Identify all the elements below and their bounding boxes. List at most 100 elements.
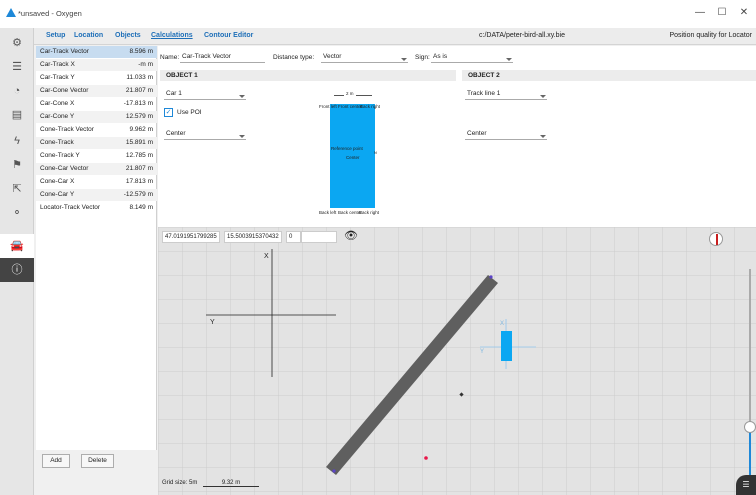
object2-point-select[interactable]: Center bbox=[465, 128, 547, 140]
map-extra-field[interactable] bbox=[301, 231, 337, 243]
chevron-down-icon bbox=[239, 135, 245, 138]
track-start-point bbox=[489, 275, 493, 279]
calculation-name: Car-Cone X bbox=[40, 100, 75, 107]
use-poi-checkbox[interactable]: ✓ bbox=[164, 108, 173, 117]
reference-point-label: Reference point bbox=[331, 146, 363, 151]
zoom-slider-handle[interactable] bbox=[744, 421, 756, 433]
poi-marker bbox=[424, 456, 428, 460]
distance-type-select[interactable]: Vector bbox=[321, 51, 408, 63]
tab-contour-editor[interactable]: Contour Editor bbox=[204, 32, 253, 39]
tab-objects[interactable]: Objects bbox=[115, 32, 141, 39]
object2-value: Track line 1 bbox=[467, 90, 501, 97]
list-item[interactable]: Cone-Track Vector 9.962 m bbox=[36, 124, 157, 136]
calculation-list: Car-Track Vector 8.596 m Car-Track X -m m Ca… bbox=[36, 46, 157, 450]
info-icon[interactable]: ⓘ bbox=[0, 258, 34, 282]
sign-select[interactable]: As is bbox=[431, 51, 513, 63]
map-heading-field[interactable]: 0 bbox=[286, 231, 301, 243]
map-grid bbox=[158, 227, 756, 495]
map-view[interactable]: X Y X Y 47.0191951799285 15.500391537043… bbox=[158, 227, 756, 495]
calculation-value: 9.962 m bbox=[129, 126, 154, 133]
document-icon[interactable]: ▤ bbox=[7, 106, 27, 124]
sign-label: Sign: bbox=[415, 54, 430, 61]
car-icon[interactable]: 🚘 bbox=[0, 234, 34, 258]
tab-location[interactable]: Location bbox=[74, 32, 103, 39]
width-label: 2 m bbox=[344, 91, 356, 96]
car-marker[interactable] bbox=[501, 331, 512, 361]
list-item[interactable]: Cone-Track Y 12.785 m bbox=[36, 150, 157, 162]
list-item[interactable]: Car-Cone Vector 21.807 m bbox=[36, 85, 157, 97]
oxygen-logo-icon bbox=[6, 8, 16, 17]
chevron-down-icon bbox=[239, 95, 245, 98]
calculation-name: Car-Track Vector bbox=[40, 48, 89, 55]
list-item[interactable]: Car-Cone X -17.813 m bbox=[36, 98, 157, 110]
list-item[interactable]: Cone-Car Vector 21.807 m bbox=[36, 163, 157, 175]
list-item[interactable]: Cone-Track 15.891 m bbox=[36, 137, 157, 149]
calculation-value: -m m bbox=[138, 61, 153, 68]
calculation-name: Car-Cone Vector bbox=[40, 87, 89, 94]
gauge-icon[interactable]: ◔ bbox=[7, 82, 27, 100]
file-path: c:/DATA/peter-bird-all.xy.bie bbox=[479, 32, 565, 39]
object1-select[interactable]: Car 1 bbox=[164, 88, 246, 100]
gear-icon[interactable]: ⚙ bbox=[7, 34, 27, 52]
flag-icon[interactable]: ⚑ bbox=[7, 156, 27, 174]
calculation-value: 21.807 m bbox=[125, 165, 153, 172]
window-title: *unsaved - Oxygen bbox=[18, 9, 82, 18]
calculation-name: Car-Track Y bbox=[40, 74, 75, 81]
hierarchy-icon[interactable]: ⚬ bbox=[7, 204, 27, 222]
export-icon[interactable]: ⇱ bbox=[7, 180, 27, 198]
calculation-value: 12.579 m bbox=[125, 113, 153, 120]
list-icon[interactable]: ☰ bbox=[7, 58, 27, 76]
list-item[interactable]: Car-Track Y 11.033 m bbox=[36, 72, 157, 84]
minimize-button[interactable]: — bbox=[690, 5, 710, 21]
calculation-name: Cone-Car X bbox=[40, 178, 75, 185]
calculation-name: Cone-Car Y bbox=[40, 191, 75, 198]
object1-value: Car 1 bbox=[166, 90, 182, 97]
world-x-label: X bbox=[264, 253, 269, 260]
tab-setup[interactable]: Setup bbox=[46, 32, 65, 39]
close-button[interactable]: ✕ bbox=[734, 5, 754, 21]
name-field[interactable]: Car-Track Vector bbox=[180, 51, 265, 63]
list-item[interactable]: Car-Track X -m m bbox=[36, 59, 157, 71]
distance-type-label: Distance type: bbox=[273, 54, 315, 61]
calculation-value: 8.149 m bbox=[129, 204, 154, 211]
object1-point-value: Center bbox=[166, 130, 186, 137]
zoom-slider-fill bbox=[749, 432, 751, 479]
distance-type-value: Vector bbox=[323, 53, 342, 60]
add-button[interactable]: Add bbox=[42, 454, 70, 468]
calculation-editor: Name: Car-Track Vector Distance type: Ve… bbox=[158, 46, 756, 227]
map-longitude-field[interactable]: 15.5003915370432 bbox=[224, 231, 282, 243]
calculation-value: -17.813 m bbox=[123, 100, 153, 107]
chevron-down-icon bbox=[540, 95, 546, 98]
maximize-button[interactable]: ☐ bbox=[712, 5, 732, 21]
list-item[interactable]: Car-Track Vector 8.596 m bbox=[36, 46, 157, 58]
eye-icon[interactable]: 👁 bbox=[344, 231, 358, 242]
track-end-point bbox=[332, 469, 336, 473]
calculation-value: 11.033 m bbox=[126, 74, 153, 81]
list-item[interactable]: Car-Cone Y 12.579 m bbox=[36, 111, 157, 123]
compass-icon[interactable] bbox=[709, 232, 723, 246]
map-canvas bbox=[158, 227, 756, 495]
name-label: Name: bbox=[160, 54, 180, 61]
object2-select[interactable]: Track line 1 bbox=[465, 88, 547, 100]
title-bar: *unsaved - Oxygen — ☐ ✕ bbox=[0, 0, 756, 28]
calculation-value: 17.813 m bbox=[125, 178, 153, 185]
list-item[interactable]: Cone-Car Y -12.579 m bbox=[36, 189, 157, 201]
calculation-name: Cone-Car Vector bbox=[40, 165, 89, 172]
tab-calculations[interactable]: Calculations bbox=[151, 32, 193, 39]
list-item[interactable]: Locator-Track Vector 8.149 m bbox=[36, 202, 157, 214]
map-latitude-field[interactable]: 47.0191951799285 bbox=[162, 231, 220, 243]
use-poi-label: Use POI bbox=[177, 109, 202, 116]
map-menu-icon[interactable]: ☰ bbox=[736, 475, 756, 495]
top-navigation: Setup Location Objects Calculations Cont… bbox=[34, 28, 756, 45]
list-item[interactable]: Cone-Car X 17.813 m bbox=[36, 176, 157, 188]
object1-point-select[interactable]: Center bbox=[164, 128, 246, 140]
object2-header: OBJECT 2 bbox=[462, 70, 756, 81]
calculation-value: 15.891 m bbox=[125, 139, 153, 146]
scale-bar: 9.32 m bbox=[203, 480, 260, 487]
center-label: Center bbox=[346, 155, 360, 160]
delete-button[interactable]: Delete bbox=[81, 454, 114, 468]
chevron-down-icon bbox=[540, 135, 546, 138]
lightning-icon[interactable]: ϟ bbox=[7, 132, 27, 150]
calculation-value: -12.579 m bbox=[123, 191, 153, 198]
object1-header: OBJECT 1 bbox=[160, 70, 456, 81]
